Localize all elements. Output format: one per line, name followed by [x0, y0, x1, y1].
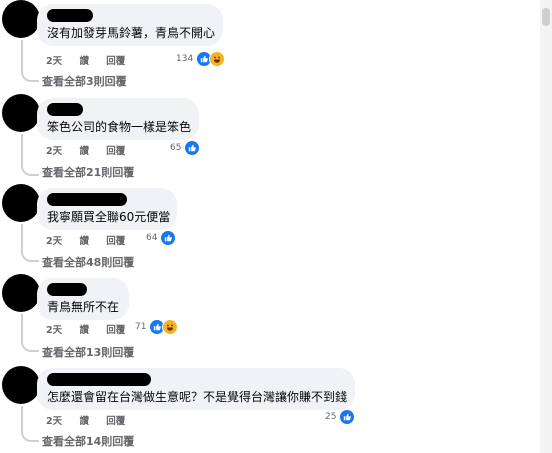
view-replies-link[interactable]: 查看全部3則回覆 [42, 73, 127, 89]
reply-button[interactable]: 回覆 [106, 233, 125, 247]
comment-bubble: 笨色公司的食物一樣是笨色 [37, 98, 199, 140]
avatar-redacted[interactable] [2, 274, 40, 312]
comment-time[interactable]: 2天 [46, 143, 62, 157]
comment-time[interactable]: 2天 [46, 233, 62, 247]
comment-text: 青鳥無所不在 [47, 300, 120, 314]
view-replies-link[interactable]: 查看全部14則回覆 [42, 433, 134, 449]
like-button[interactable]: 讚 [79, 53, 89, 67]
author-name-redacted[interactable] [47, 283, 87, 296]
view-replies-link[interactable]: 查看全部48則回覆 [42, 254, 134, 270]
reaction-count: 25 [325, 412, 337, 422]
view-replies-link[interactable]: 查看全部21則回覆 [42, 164, 134, 180]
reaction-count: 134 [176, 54, 194, 64]
like-icon [184, 140, 201, 156]
like-button[interactable]: 讚 [79, 322, 89, 336]
comment-actions: 2天 讚 回覆 [46, 53, 139, 67]
like-icon [339, 409, 356, 425]
like-icon [160, 230, 177, 246]
comment-actions: 2天 讚 回覆 [46, 233, 139, 247]
like-button[interactable]: 讚 [79, 143, 89, 157]
like-button[interactable]: 讚 [79, 413, 89, 427]
avatar-redacted[interactable] [2, 366, 40, 404]
thread-line [21, 406, 23, 430]
thread-elbow [21, 68, 39, 82]
comment-bubble: 怎麼還會留在台灣做生意呢？不是覺得台灣讓你賺不到錢 [37, 368, 355, 410]
comment-text: 我寧願買全聯60元便當 [47, 210, 171, 224]
comment-actions: 2天 讚 回覆 [46, 413, 139, 427]
thread-line [21, 134, 23, 164]
reply-button[interactable]: 回覆 [106, 413, 125, 427]
author-name-redacted[interactable] [47, 103, 83, 116]
comment-text: 笨色公司的食物一樣是笨色 [47, 120, 192, 134]
reaction-summary[interactable]: 71 [135, 319, 179, 335]
reply-button[interactable]: 回覆 [106, 53, 125, 67]
avatar-redacted[interactable] [2, 184, 40, 222]
reaction-summary[interactable]: 64 [146, 230, 177, 246]
thread-line [21, 40, 23, 70]
haha-icon [162, 319, 179, 335]
comment-bubble: 我寧願買全聯60元便當 [37, 188, 177, 230]
avatar-redacted[interactable] [2, 94, 40, 132]
reaction-summary[interactable]: 25 [325, 409, 356, 425]
comment-bubble: 沒有加發芽馬鈴薯，青鳥不開心 [37, 4, 223, 46]
reaction-count: 71 [135, 322, 147, 332]
view-replies-link[interactable]: 查看全部13則回覆 [42, 344, 134, 360]
thread-line [21, 224, 23, 250]
author-name-redacted[interactable] [47, 9, 93, 22]
reaction-count: 64 [146, 233, 158, 243]
comment-time[interactable]: 2天 [46, 53, 62, 67]
haha-icon [209, 51, 226, 67]
thread-line [21, 314, 23, 340]
comment-text: 怎麼還會留在台灣做生意呢？不是覺得台灣讓你賺不到錢 [47, 390, 348, 404]
reaction-count: 65 [170, 143, 182, 153]
comment-actions: 2天 讚 回覆 [46, 322, 139, 336]
author-name-redacted[interactable] [47, 193, 127, 206]
like-button[interactable]: 讚 [79, 233, 89, 247]
avatar-redacted[interactable] [2, 0, 40, 38]
author-name-redacted[interactable] [47, 373, 151, 386]
scrollbar[interactable] [540, 0, 552, 453]
reaction-summary[interactable]: 134 [176, 51, 226, 67]
comment-time[interactable]: 2天 [46, 413, 62, 427]
reply-button[interactable]: 回覆 [106, 143, 125, 157]
comment-time[interactable]: 2天 [46, 322, 62, 336]
thread-elbow [21, 162, 39, 176]
reply-button[interactable]: 回覆 [106, 322, 125, 336]
comment-text: 沒有加發芽馬鈴薯，青鳥不開心 [47, 26, 216, 40]
thread-elbow [21, 338, 39, 352]
thread-elbow [21, 248, 39, 262]
comment-bubble: 青鳥無所不在 [37, 278, 129, 320]
thread-elbow [21, 428, 39, 442]
scrollbar-thumb[interactable] [542, 8, 550, 26]
comment-actions: 2天 讚 回覆 [46, 143, 139, 157]
reaction-summary[interactable]: 65 [170, 140, 201, 156]
